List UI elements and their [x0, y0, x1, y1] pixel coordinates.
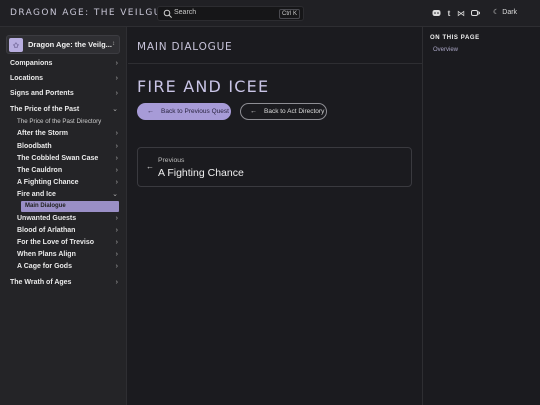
main-content: MAIN DIALOGUE FIRE AND ICEE ← Back to Pr…: [128, 27, 422, 405]
sidebar-item-the-cauldron[interactable]: The Cauldron ›: [17, 165, 118, 176]
book-selector-label: Dragon Age: the Veilg...: [28, 40, 112, 49]
sidebar-item-price-directory[interactable]: The Price of the Past Directory: [17, 116, 118, 127]
chevron-right-icon: ›: [115, 227, 118, 234]
sidebar-item-love-of-treviso[interactable]: For the Love of Treviso ›: [17, 237, 118, 248]
bluesky-icon[interactable]: ⋈: [456, 8, 466, 18]
chevron-right-icon: ›: [115, 179, 118, 186]
previous-page-link[interactable]: ← Previous A Fighting Chance: [137, 147, 412, 187]
sidebar-item-cobbled-swan-case[interactable]: The Cobbled Swan Case ›: [17, 153, 118, 164]
tumblr-icon[interactable]: t: [444, 8, 454, 18]
sidebar-item-companions[interactable]: Companions ›: [10, 58, 118, 69]
sidebar-item-unwanted-guests[interactable]: Unwanted Guests ›: [17, 213, 118, 224]
sidebar-item-a-fighting-chance[interactable]: A Fighting Chance ›: [17, 177, 118, 188]
arrow-left-icon: ←: [250, 108, 257, 115]
chevron-right-icon: ›: [115, 155, 118, 162]
sidebar-item-bloodbath[interactable]: Bloodbath ›: [17, 141, 118, 152]
star-icon: ✩: [9, 38, 23, 52]
chevron-right-icon: ›: [115, 60, 118, 67]
moon-icon: ☾: [493, 9, 500, 16]
breadcrumb: MAIN DIALOGUE: [137, 41, 233, 53]
chevron-right-icon: ›: [115, 279, 118, 286]
ko-fi-icon[interactable]: [470, 8, 480, 18]
sidebar-item-when-plans-align[interactable]: When Plans Align ›: [17, 249, 118, 260]
chevron-right-icon: ›: [115, 130, 118, 137]
page-title: FIRE AND ICEE: [137, 77, 270, 96]
search-shortcut: Ctrl K: [279, 9, 300, 19]
arrow-left-icon: ←: [147, 108, 154, 115]
back-to-act-directory-button[interactable]: ← Back to Act Directory: [240, 103, 327, 120]
theme-toggle[interactable]: ☾ Dark: [493, 8, 518, 17]
chevron-right-icon: ›: [115, 90, 118, 97]
sidebar-item-signs-and-portents[interactable]: Signs and Portents ›: [10, 88, 118, 99]
book-selector[interactable]: ✩ Dragon Age: the Veilg... ↕: [6, 35, 120, 54]
sidebar-item-main-dialogue[interactable]: Main Dialogue: [21, 201, 119, 212]
previous-title: A Fighting Chance: [158, 167, 244, 179]
discord-icon[interactable]: [431, 8, 441, 18]
chevron-updown-icon: ↕: [112, 41, 115, 47]
sidebar-item-after-the-storm[interactable]: After the Storm ›: [17, 128, 118, 139]
search-icon: [163, 9, 172, 18]
sidebar-item-cage-for-gods[interactable]: A Cage for Gods ›: [17, 261, 118, 272]
chevron-right-icon: ›: [115, 167, 118, 174]
back-to-previous-quest-button[interactable]: ← Back to Previous Quest: [137, 103, 231, 120]
chevron-right-icon: ›: [115, 75, 118, 82]
previous-label: Previous: [158, 157, 185, 164]
search-box[interactable]: Search Ctrl K: [157, 6, 304, 21]
sidebar-item-blood-of-arlathan[interactable]: Blood of Arlathan ›: [17, 225, 118, 236]
chevron-down-icon: ⌄: [112, 191, 118, 198]
theme-label: Dark: [502, 8, 518, 16]
search-placeholder: Search: [174, 9, 197, 16]
chevron-right-icon: ›: [115, 215, 118, 222]
chevron-right-icon: ›: [115, 143, 118, 150]
top-bar: DRAGON AGE: THE VEILGUARD Search Ctrl K …: [0, 0, 540, 27]
on-this-page-panel: ON THIS PAGE Overview: [422, 27, 540, 405]
sidebar-item-wrath-of-ages[interactable]: The Wrath of Ages ›: [10, 277, 118, 288]
on-this-page-heading: ON THIS PAGE: [430, 35, 480, 41]
sidebar-item-price-of-the-past[interactable]: The Price of the Past ⌄: [10, 104, 118, 115]
toc-link-overview[interactable]: Overview: [433, 47, 458, 53]
sidebar-item-fire-and-ice[interactable]: Fire and Ice ⌄: [17, 189, 118, 200]
chevron-right-icon: ›: [115, 239, 118, 246]
chevron-down-icon: ⌄: [112, 106, 118, 113]
sidebar-item-locations[interactable]: Locations ›: [10, 73, 118, 84]
chevron-right-icon: ›: [115, 251, 118, 258]
main-header: MAIN DIALOGUE: [128, 27, 422, 64]
arrow-left-icon: ←: [146, 162, 154, 171]
chevron-right-icon: ›: [115, 263, 118, 270]
